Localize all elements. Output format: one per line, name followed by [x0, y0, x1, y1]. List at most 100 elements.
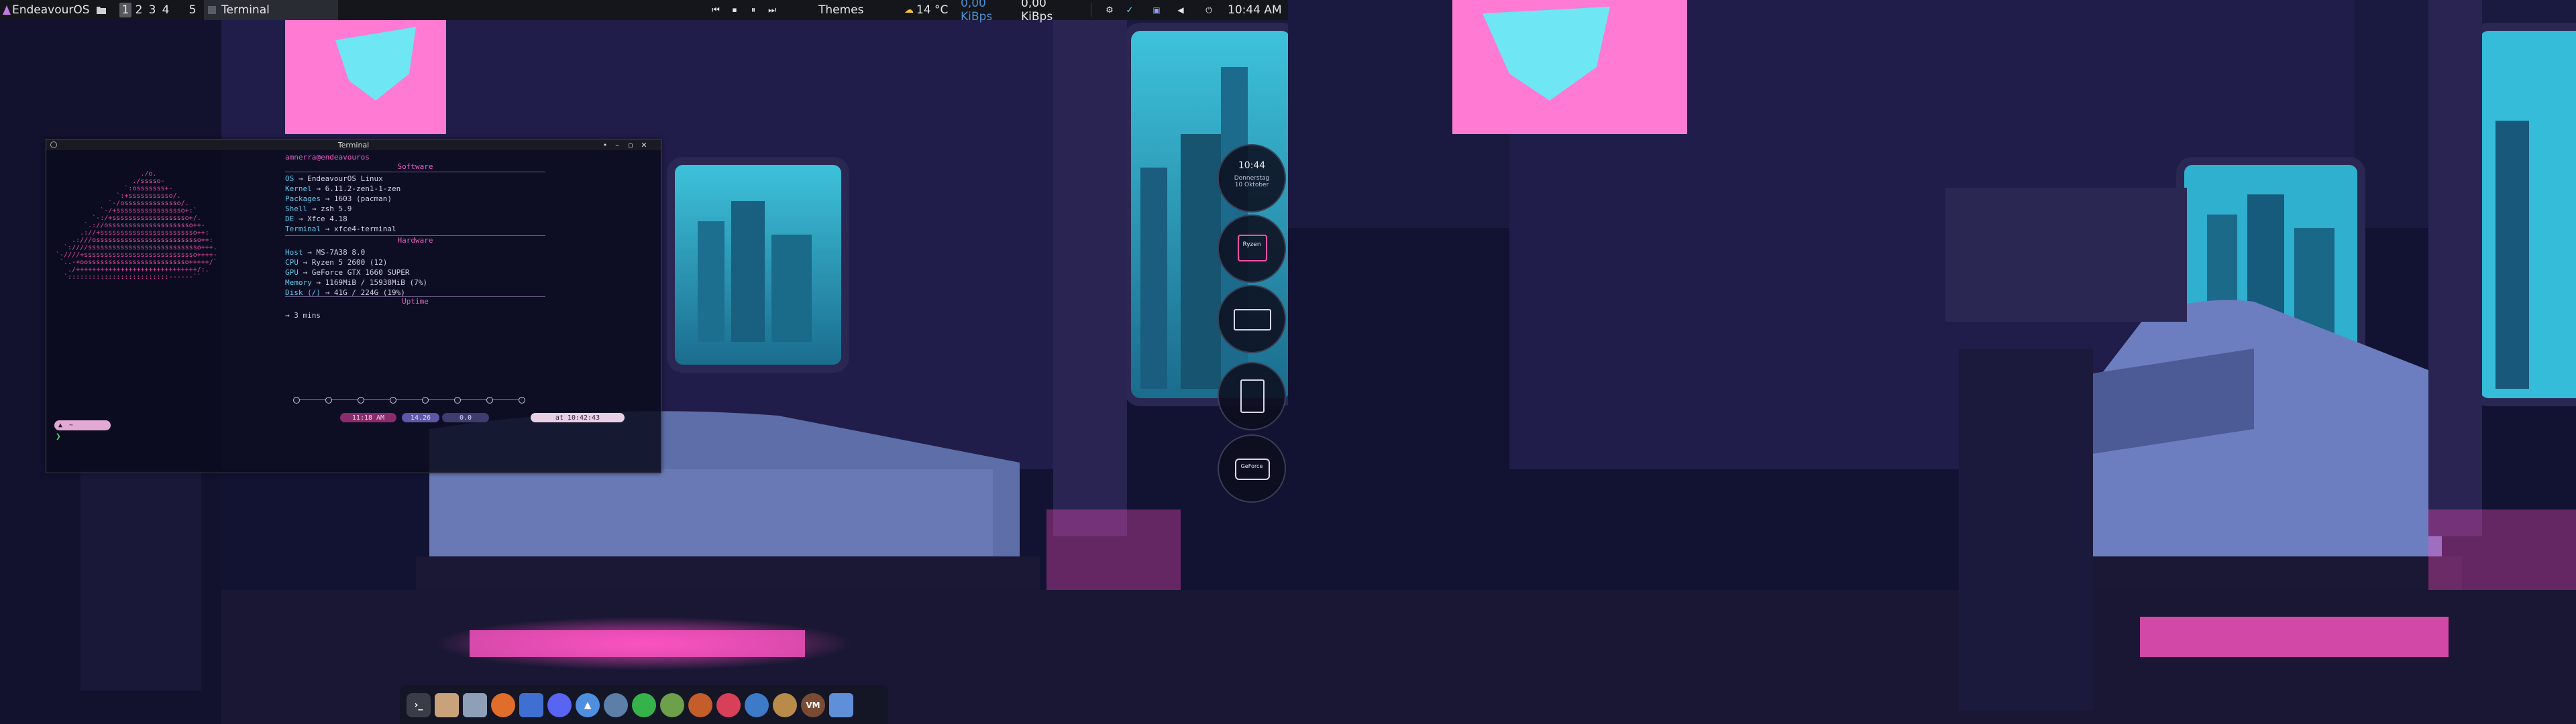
conky-clock-date: Donnerstag 10 Oktober [1234, 175, 1270, 188]
hardware-key: Host [285, 248, 303, 257]
timeline-dot [390, 397, 396, 404]
uptime-row: → 3 mins [285, 311, 321, 320]
pause-icon[interactable]: ⏸ [747, 0, 759, 20]
themes-label[interactable]: Themes [818, 0, 865, 20]
prompt-cursor[interactable]: ❯ [56, 432, 61, 442]
hardware-row: Memory → 1169MiB / 15938MiB (7%) [285, 278, 427, 288]
box-icon[interactable] [463, 693, 487, 717]
hardware-row: Host → MS-7A38 8.0 [285, 248, 365, 257]
doc-icon[interactable] [519, 693, 543, 717]
next-track-icon[interactable]: ⏭ [766, 0, 778, 20]
workspace-4[interactable]: 4 [160, 3, 172, 17]
software-row: Terminal → xfce4-terminal [285, 225, 396, 234]
workspace-2[interactable]: 2 [133, 3, 145, 17]
software-key: OS [285, 174, 294, 183]
software-row: Shell → zsh 5.9 [285, 204, 352, 214]
software-value: xfce4-terminal [333, 225, 396, 233]
gimp-icon[interactable] [773, 693, 797, 717]
power-icon[interactable]: ⏻ [1203, 0, 1214, 20]
settings-icon[interactable]: ⚙ [1104, 0, 1115, 20]
net-download: 0,00 KiBps [961, 0, 993, 23]
clock[interactable]: 10:44 AM [1228, 0, 1285, 20]
software-key: DE [285, 215, 294, 223]
update-icon[interactable]: ✓ [1124, 0, 1135, 20]
software-value: 1603 (pacman) [333, 194, 392, 203]
stop-icon[interactable]: ⏹ [729, 0, 741, 20]
hardware-value: GeForce GTX 1660 SUPER [311, 268, 410, 277]
arrow-icon: → [307, 204, 321, 213]
gpu-icon [1234, 309, 1271, 330]
conky-storage: GeForce [1218, 434, 1286, 503]
maximize-icon[interactable]: ▫ [626, 139, 635, 150]
software-value: EndeavourOS Linux [307, 174, 383, 183]
folder-icon[interactable] [829, 693, 853, 717]
volume-icon[interactable]: ◀ [1175, 0, 1186, 20]
memory-icon [1240, 379, 1265, 413]
timeline-dot [454, 397, 461, 404]
monitor-left: EndeavourOS 1 2 3 4 5 Terminal ⏮ ⏹ ⏸ ⏭ T… [0, 0, 1288, 724]
arrow-icon: → [303, 248, 317, 257]
arrow-icon: → [311, 278, 325, 287]
app-menu-icon[interactable] [3, 0, 11, 20]
software-value: Xfce 4.18 [307, 215, 347, 223]
weather-text[interactable]: 14 °C [916, 0, 957, 20]
workspace-3[interactable]: 3 [146, 3, 158, 17]
hardware-row: CPU → Ryzen 5 2600 (12) [285, 258, 387, 267]
hardware-value: MS-7A38 8.0 [316, 248, 366, 257]
conky-cpu-label: Ryzen [1242, 241, 1261, 248]
spotify-icon[interactable] [632, 693, 656, 717]
pinta-icon[interactable] [688, 693, 712, 717]
endeavour-ascii-logo: ./o. ./sssso- `:osssssss+- `:+ssssssssss… [56, 170, 217, 281]
arrow-icon: → [298, 268, 312, 277]
endeavour-icon[interactable]: ▲ [576, 693, 600, 717]
top-panel: EndeavourOS 1 2 3 4 5 Terminal ⏮ ⏹ ⏸ ⏭ T… [0, 0, 1288, 23]
stick-icon[interactable]: • [600, 139, 610, 150]
terminal-window[interactable]: Terminal • – ▫ ✕ amnerra@endeavouros ./o… [46, 139, 661, 473]
steam2-icon[interactable] [745, 693, 769, 717]
files-icon[interactable] [435, 693, 459, 717]
conky-memory [1218, 362, 1286, 430]
status-pill-c: 0.0 [442, 413, 489, 422]
arrow-icon: → [311, 184, 325, 193]
arrow-icon: → [298, 258, 312, 267]
workspace-5[interactable]: 5 [186, 3, 199, 17]
terminal-titlebar[interactable]: Terminal • – ▫ ✕ [46, 139, 661, 150]
app-menu-label[interactable]: EndeavourOS [12, 0, 93, 20]
vm-icon[interactable]: VM [801, 693, 825, 717]
software-row: DE → Xfce 4.18 [285, 215, 347, 224]
prompt-dir: ~ [69, 422, 74, 429]
weather-icon: ☁ [904, 5, 914, 15]
timeline-dot [325, 397, 332, 404]
section-hardware: Hardware [397, 236, 433, 245]
clipboard-icon[interactable]: ▣ [1151, 0, 1162, 20]
monitor-right [1288, 0, 2576, 724]
conky-gpu [1218, 285, 1286, 353]
minimize-icon[interactable]: – [612, 139, 622, 150]
prompt-timeline [293, 396, 528, 404]
software-value: 6.11.2-zen1-1-zen [325, 184, 401, 193]
software-row: Kernel → 6.11.2-zen1-1-zen [285, 184, 400, 194]
steam-icon[interactable] [604, 693, 628, 717]
folder-icon[interactable] [95, 0, 107, 20]
arrow-icon: → [320, 194, 334, 203]
hardware-key: CPU [285, 258, 299, 267]
status-pill-time: at 10:42:43 [531, 413, 625, 422]
music-icon[interactable] [716, 693, 741, 717]
close-icon[interactable]: ✕ [639, 139, 649, 150]
software-key: Shell [285, 204, 308, 213]
software-row: Packages → 1603 (pacman) [285, 194, 392, 204]
discord-icon[interactable] [547, 693, 572, 717]
timeline-dot [519, 397, 525, 404]
krita-icon[interactable] [660, 693, 684, 717]
arrow-icon: → [294, 174, 308, 183]
terminal-body[interactable]: amnerra@endeavouros ./o. ./sssso- `:osss… [46, 150, 661, 473]
arrow-icon: → [294, 215, 308, 223]
storage-icon [1235, 459, 1270, 480]
conky-clock-time: 10:44 [1238, 160, 1266, 171]
software-key: Terminal [285, 225, 321, 233]
window-button-terminal[interactable]: Terminal [204, 0, 338, 20]
prev-track-icon[interactable]: ⏮ [710, 0, 722, 20]
workspace-1[interactable]: 1 [119, 3, 131, 17]
firefox-icon[interactable] [491, 693, 515, 717]
terminal-icon[interactable]: ›_ [407, 693, 431, 717]
